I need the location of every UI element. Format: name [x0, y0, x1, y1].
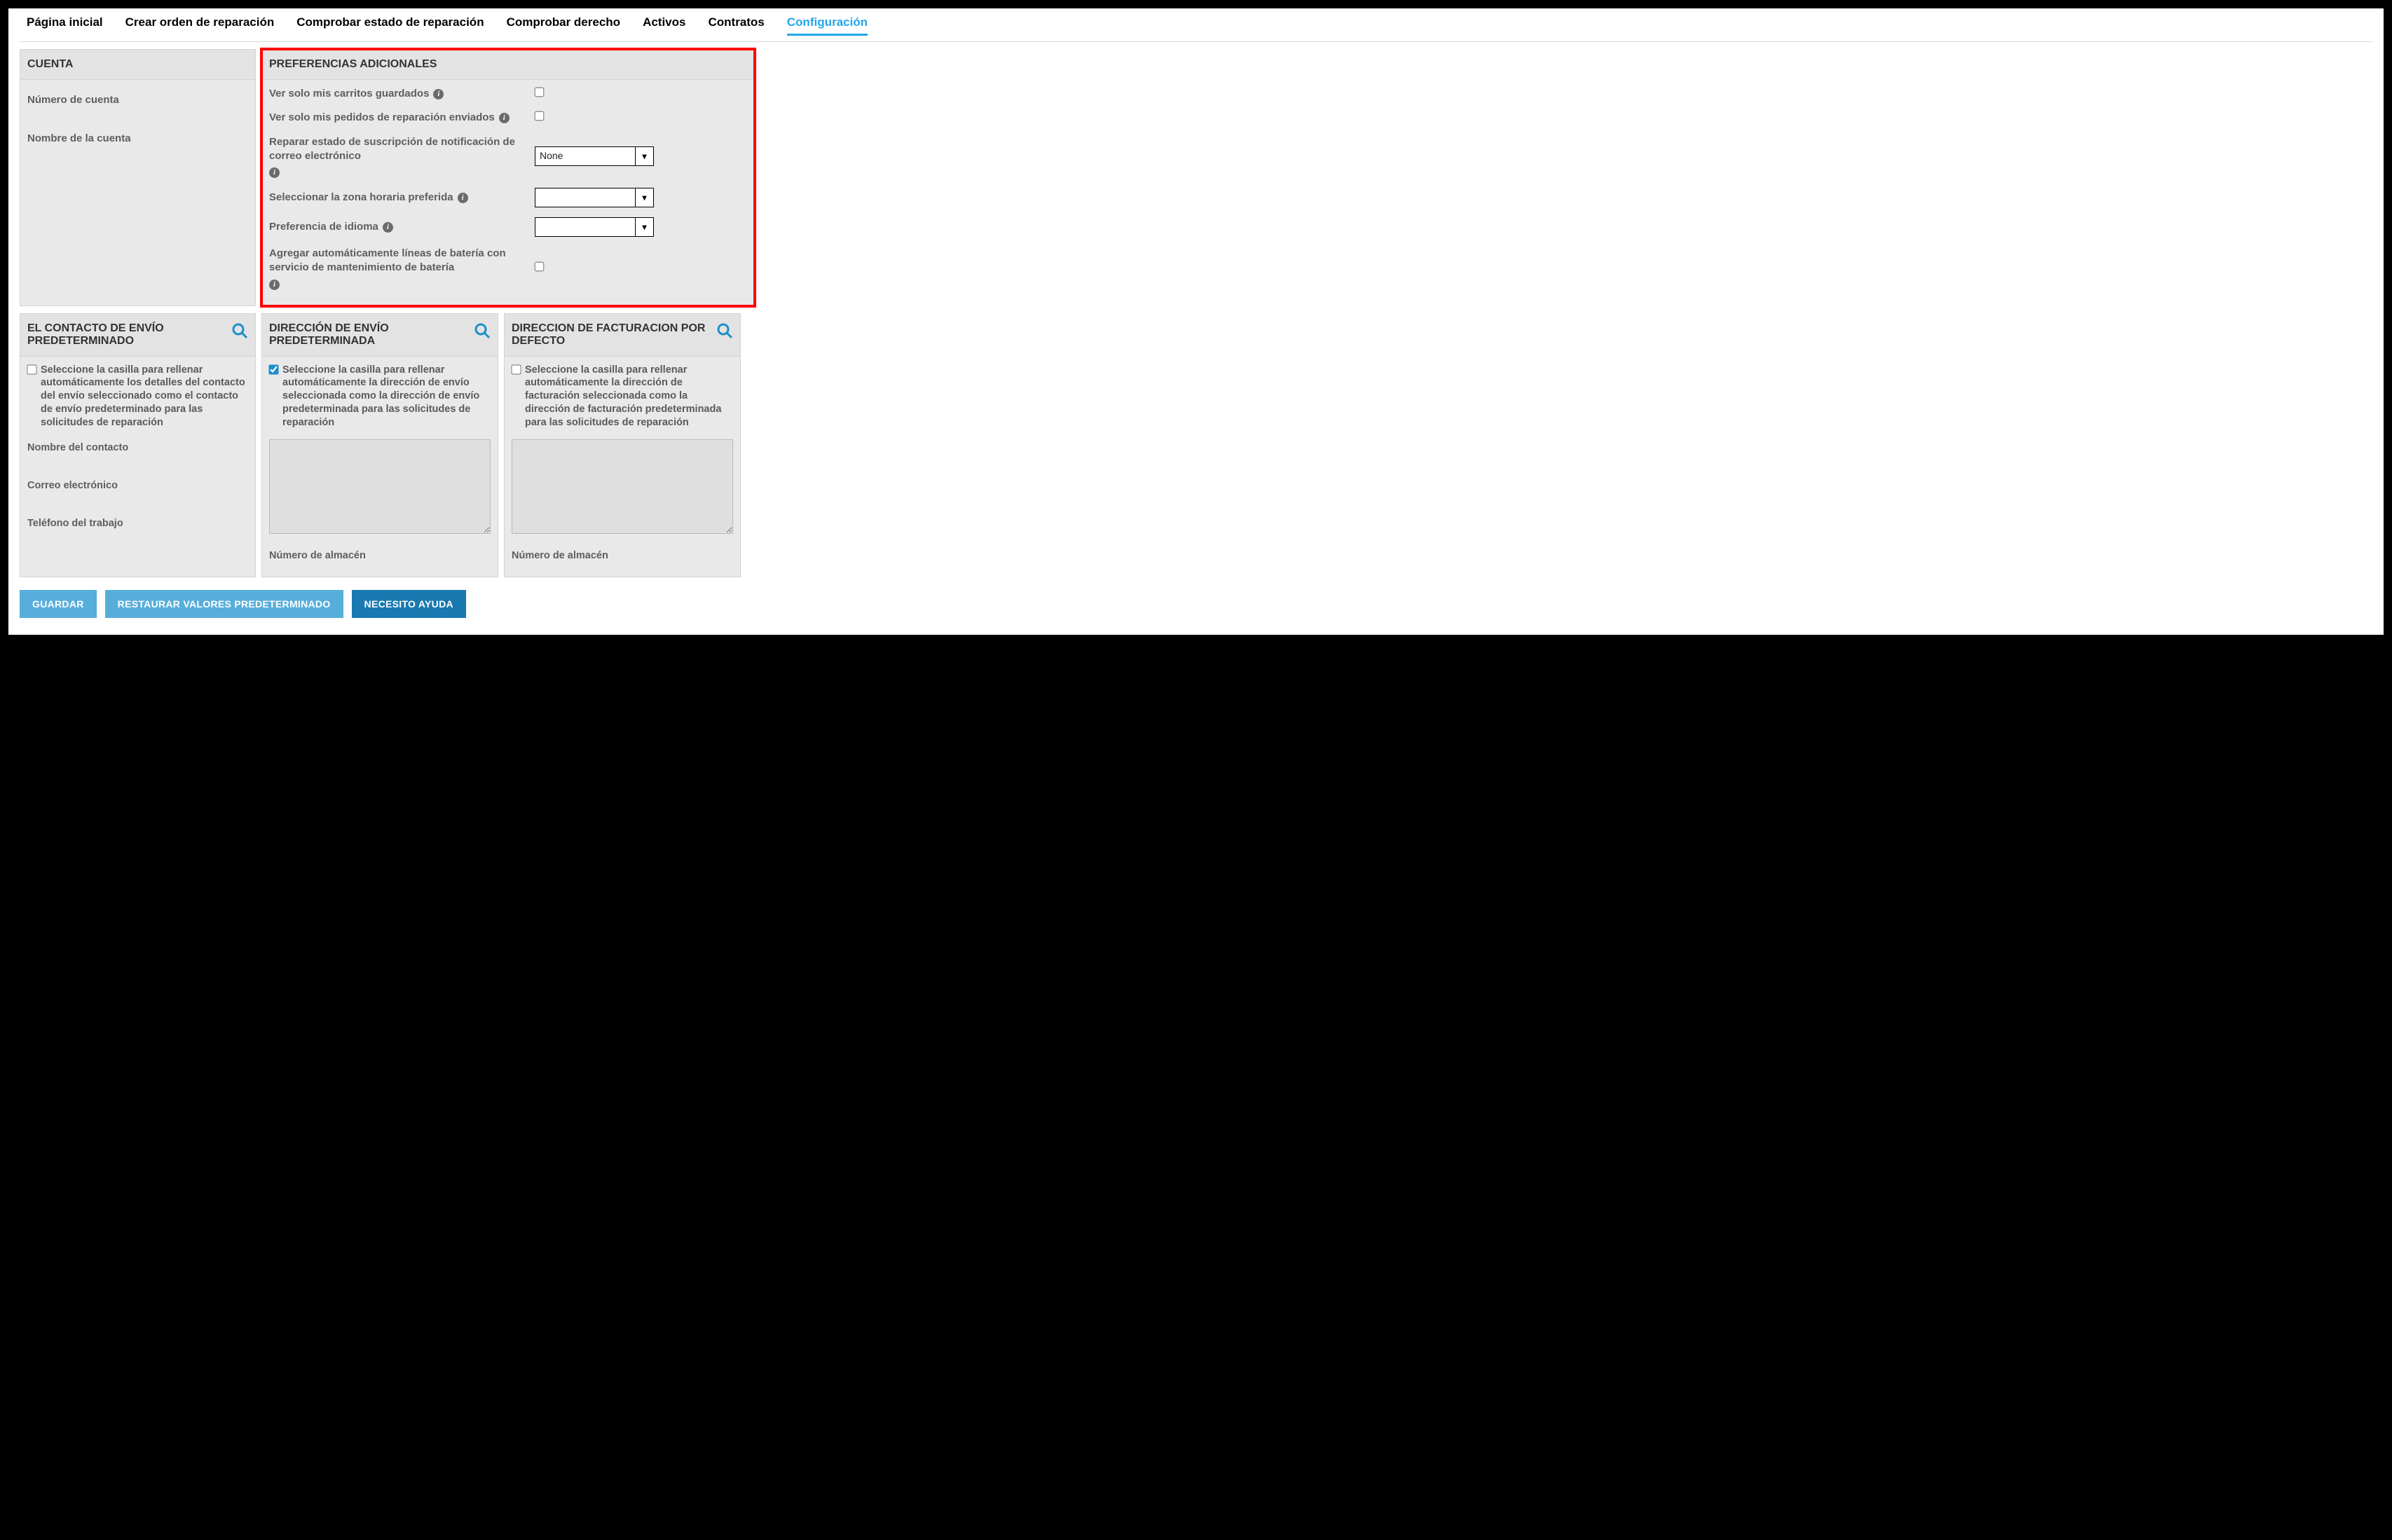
bill-warehouse-label: Número de almacén [512, 550, 733, 561]
pref-control-view-orders [535, 111, 654, 124]
contact-header-row: EL CONTACTO DE ENVÍO PREDETERMINADO [20, 314, 255, 357]
pref-control-view-carts [535, 88, 654, 100]
pref-label-email-subscription: Reparar estado de suscripción de notific… [269, 135, 525, 179]
ship-header: DIRECCIÓN DE ENVÍO PREDETERMINADA [269, 322, 474, 348]
checkbox-view-carts[interactable] [535, 88, 545, 97]
ship-body: Seleccione la casilla para rellenar auto… [262, 357, 498, 577]
checkbox-battery-lines[interactable] [535, 261, 545, 271]
tab-crear-orden-reparacion[interactable]: Crear orden de reparación [125, 15, 275, 36]
tab-configuracion[interactable]: Configuración [787, 15, 868, 36]
pref-text: Ver solo mis carritos guardados [269, 87, 429, 101]
info-icon[interactable]: i [269, 167, 280, 178]
pref-control-language: ▾ [535, 217, 654, 237]
default-ship-address-panel: DIRECCIÓN DE ENVÍO PREDETERMINADA Selecc… [261, 313, 498, 577]
pref-row-battery-lines: Agregar automáticamente líneas de baterí… [269, 247, 747, 290]
lower-row: EL CONTACTO DE ENVÍO PREDETERMINADO Sele… [20, 313, 2372, 577]
pref-label-language: Preferencia de idioma i [269, 220, 525, 234]
bill-address-textarea[interactable] [512, 439, 733, 534]
default-ship-contact-panel: EL CONTACTO DE ENVÍO PREDETERMINADO Sele… [20, 313, 256, 577]
checkbox-contact-autofill[interactable] [27, 364, 36, 374]
account-number-label: Número de cuenta [27, 87, 248, 125]
info-icon[interactable]: i [458, 193, 468, 203]
account-header: CUENTA [20, 50, 255, 80]
pref-row-view-orders: Ver solo mis pedidos de reparación envia… [269, 111, 747, 125]
bill-header-row: DIRECCION DE FACTURACION POR DEFECTO [505, 314, 740, 357]
checkbox-bill-autofill[interactable] [511, 364, 521, 374]
search-icon[interactable] [474, 322, 491, 344]
select-email-subscription[interactable]: None ▾ [535, 146, 654, 166]
pref-row-language: Preferencia de idioma i ▾ [269, 217, 747, 237]
pref-label-view-carts: Ver solo mis carritos guardados i [269, 87, 525, 101]
ship-header-row: DIRECCIÓN DE ENVÍO PREDETERMINADA [262, 314, 498, 357]
prefs-header: PREFERENCIAS ADICIONALES [262, 50, 754, 80]
pref-row-email-subscription: Reparar estado de suscripción de notific… [269, 135, 747, 179]
chevron-down-icon: ▾ [635, 218, 653, 236]
pref-text: Agregar automáticamente líneas de baterí… [269, 247, 525, 275]
ship-autofill-row[interactable]: Seleccione la casilla para rellenar auto… [269, 364, 491, 429]
pref-text: Preferencia de idioma [269, 220, 378, 234]
tab-comprobar-estado[interactable]: Comprobar estado de reparación [296, 15, 484, 36]
contact-phone-label: Teléfono del trabajo [27, 518, 248, 529]
contact-body: Seleccione la casilla para rellenar auto… [20, 357, 255, 544]
help-button[interactable]: NECESITO AYUDA [352, 590, 466, 618]
save-button[interactable]: GUARDAR [20, 590, 97, 618]
pref-row-view-carts: Ver solo mis carritos guardados i [269, 87, 747, 101]
ship-address-textarea[interactable] [269, 439, 491, 534]
bill-header: DIRECCION DE FACTURACION POR DEFECTO [512, 322, 716, 348]
account-name-label: Nombre de la cuenta [27, 125, 248, 164]
account-body: Número de cuenta Nombre de la cuenta [20, 80, 255, 177]
info-icon[interactable]: i [433, 89, 444, 99]
additional-preferences-panel: PREFERENCIAS ADICIONALES Ver solo mis ca… [261, 49, 755, 306]
tab-comprobar-derecho[interactable]: Comprobar derecho [507, 15, 620, 36]
bill-autofill-row[interactable]: Seleccione la casilla para rellenar auto… [512, 364, 733, 429]
prefs-body: Ver solo mis carritos guardados i Ver so… [262, 80, 754, 305]
bill-autofill-label: Seleccione la casilla para rellenar auto… [525, 364, 733, 429]
select-value [535, 218, 635, 236]
select-value: None [535, 147, 635, 165]
pref-row-timezone: Seleccionar la zona horaria preferida i … [269, 188, 747, 207]
search-icon[interactable] [716, 322, 733, 344]
pref-label-timezone: Seleccionar la zona horaria preferida i [269, 191, 525, 205]
ship-autofill-label: Seleccione la casilla para rellenar auto… [282, 364, 491, 429]
contact-name-label: Nombre del contacto [27, 442, 248, 453]
pref-text: Seleccionar la zona horaria preferida [269, 191, 453, 205]
chevron-down-icon: ▾ [635, 147, 653, 165]
pref-text: Reparar estado de suscripción de notific… [269, 135, 525, 164]
contact-autofill-row[interactable]: Seleccione la casilla para rellenar auto… [27, 364, 248, 429]
chevron-down-icon: ▾ [635, 188, 653, 207]
pref-control-battery-lines [535, 262, 654, 275]
checkbox-ship-autofill[interactable] [268, 364, 278, 374]
tab-bar: Página inicial Crear orden de reparación… [20, 8, 2372, 42]
checkbox-view-orders[interactable] [535, 111, 545, 121]
account-panel: CUENTA Número de cuenta Nombre de la cue… [20, 49, 256, 306]
pref-control-email-subscription: None ▾ [535, 146, 654, 166]
search-icon[interactable] [231, 322, 248, 344]
pref-label-view-orders: Ver solo mis pedidos de reparación envia… [269, 111, 525, 125]
tab-pagina-inicial[interactable]: Página inicial [27, 15, 103, 36]
contact-header: EL CONTACTO DE ENVÍO PREDETERMINADO [27, 322, 231, 348]
bill-body: Seleccione la casilla para rellenar auto… [505, 357, 740, 577]
contact-autofill-label: Seleccione la casilla para rellenar auto… [41, 364, 248, 429]
pref-text: Ver solo mis pedidos de reparación envia… [269, 111, 495, 125]
tab-contratos[interactable]: Contratos [708, 15, 764, 36]
select-language[interactable]: ▾ [535, 217, 654, 237]
select-value [535, 188, 635, 207]
action-bar: GUARDAR RESTAURAR VALORES PREDETERMINADO… [20, 590, 2372, 618]
page-root: Página inicial Crear orden de reparación… [8, 8, 2384, 635]
ship-warehouse-label: Número de almacén [269, 550, 491, 561]
pref-label-battery-lines: Agregar automáticamente líneas de baterí… [269, 247, 525, 290]
tab-activos[interactable]: Activos [643, 15, 685, 36]
select-timezone[interactable]: ▾ [535, 188, 654, 207]
info-icon[interactable]: i [269, 280, 280, 290]
pref-control-timezone: ▾ [535, 188, 654, 207]
default-bill-address-panel: DIRECCION DE FACTURACION POR DEFECTO Sel… [504, 313, 741, 577]
contact-email-label: Correo electrónico [27, 480, 248, 491]
info-icon[interactable]: i [383, 222, 393, 233]
info-icon[interactable]: i [499, 113, 510, 123]
top-row: CUENTA Número de cuenta Nombre de la cue… [20, 49, 2372, 306]
restore-button[interactable]: RESTAURAR VALORES PREDETERMINADO [105, 590, 343, 618]
